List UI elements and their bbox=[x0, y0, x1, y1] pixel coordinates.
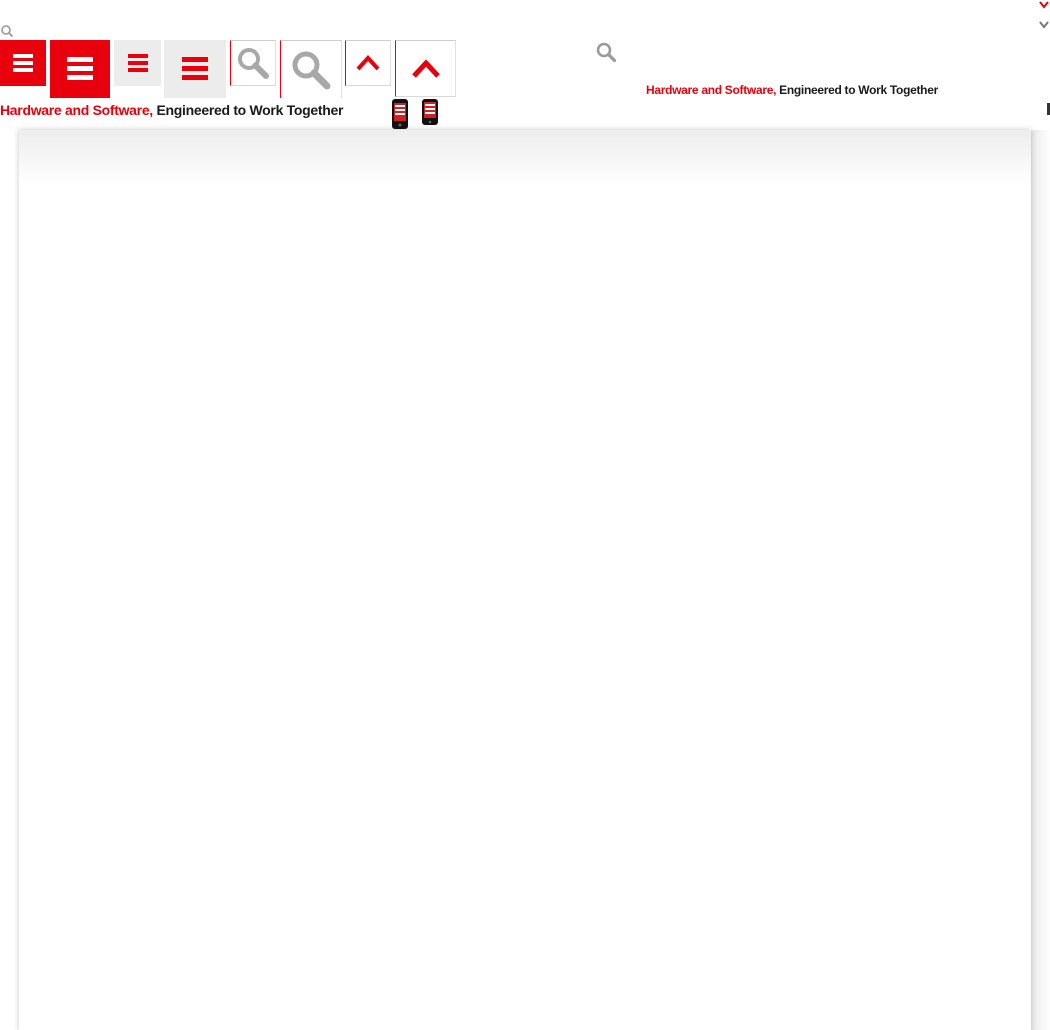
main-content-panel bbox=[19, 130, 1031, 1030]
menu-icon bbox=[13, 54, 33, 72]
search-magnifier-icon bbox=[292, 51, 331, 89]
tagline-right: Hardware and Software, Engineered to Wor… bbox=[646, 83, 938, 97]
menu-button-small[interactable] bbox=[0, 40, 46, 86]
tagline-left: Hardware and Software, Engineered to Wor… bbox=[0, 102, 343, 118]
tagline-red-text: Hardware and Software, bbox=[0, 102, 153, 118]
tagline-red-text: Hardware and Software, bbox=[646, 83, 777, 97]
menu-icon bbox=[67, 57, 93, 80]
tagline-dark-text: Engineered to Work Together bbox=[779, 83, 938, 97]
search-button-small[interactable] bbox=[230, 40, 276, 86]
scroll-top-button-small[interactable] bbox=[345, 40, 391, 86]
chevron-up-icon bbox=[356, 55, 380, 71]
right-gutter bbox=[1031, 130, 1050, 1030]
menu-icon bbox=[182, 57, 208, 80]
search-icon[interactable] bbox=[595, 41, 617, 63]
scroll-top-button-large[interactable] bbox=[395, 40, 456, 97]
search-icon[interactable] bbox=[0, 24, 14, 38]
mobile-phone-icon bbox=[422, 99, 438, 125]
search-button-large[interactable] bbox=[280, 40, 342, 98]
panel-top-shadow bbox=[19, 130, 1031, 186]
menu-icon bbox=[127, 54, 148, 72]
chevron-down-icon[interactable] bbox=[1038, 20, 1050, 30]
chevron-down-icon[interactable] bbox=[1038, 0, 1050, 10]
menu-button-grey-small[interactable] bbox=[114, 40, 161, 86]
menu-button-large[interactable] bbox=[50, 40, 110, 98]
chevron-up-icon bbox=[411, 58, 440, 78]
mobile-phone-icon bbox=[392, 99, 408, 129]
tagline-dark-text: Engineered to Work Together bbox=[156, 102, 344, 118]
menu-button-grey-large[interactable] bbox=[164, 40, 226, 98]
search-magnifier-icon bbox=[238, 48, 269, 79]
